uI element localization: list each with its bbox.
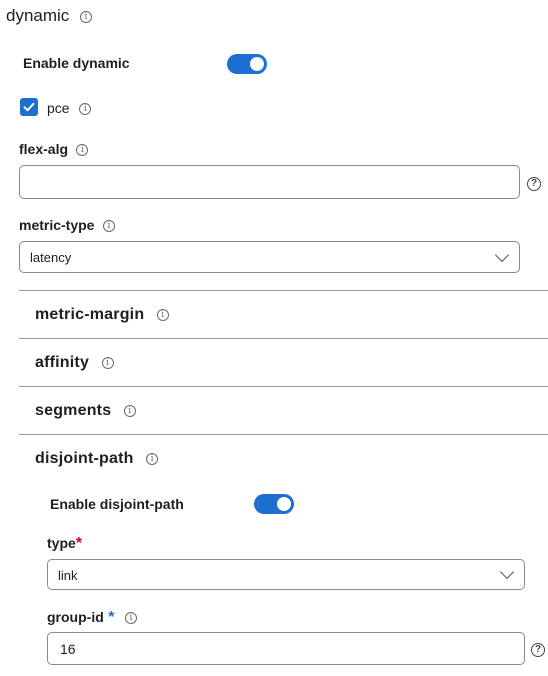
section-title: disjoint-path (35, 450, 134, 467)
info-icon[interactable]: i (146, 452, 159, 465)
type-label: type (47, 535, 76, 551)
divider (19, 386, 548, 387)
enable-disjoint-path-label: Enable disjoint-path (50, 496, 184, 512)
divider (19, 338, 548, 339)
required-marker: * (108, 609, 115, 626)
pce-label-group: pce i (47, 100, 92, 116)
group-id-label: group-id (47, 609, 104, 625)
section-segments[interactable]: segments i (35, 402, 136, 420)
info-icon[interactable]: i (79, 103, 92, 116)
divider (19, 290, 548, 291)
group-id-value: 16 (60, 641, 76, 657)
type-select[interactable]: link (47, 559, 525, 590)
flex-alg-label-group: flex-alg i (19, 141, 89, 159)
flex-alg-label: flex-alg (19, 141, 69, 157)
help-icon[interactable]: ? (531, 643, 545, 657)
section-title: segments (35, 402, 112, 419)
section-title: metric-margin (35, 306, 145, 323)
enable-dynamic-toggle[interactable] (227, 54, 267, 74)
info-icon[interactable]: i (101, 356, 114, 369)
type-label-group: type* (47, 535, 82, 553)
info-icon[interactable]: i (76, 143, 89, 156)
metric-type-label: metric-type (19, 217, 95, 233)
pce-label: pce (47, 100, 70, 116)
divider (19, 434, 548, 435)
info-icon[interactable]: i (124, 611, 137, 624)
pce-checkbox[interactable] (20, 98, 38, 116)
info-icon[interactable]: i (79, 10, 92, 23)
info-icon[interactable]: i (123, 404, 136, 417)
group-id-label-group: group-id * i (47, 609, 137, 627)
page-header: dynamic i (6, 6, 92, 26)
metric-type-label-group: metric-type i (19, 217, 115, 235)
section-disjoint-path[interactable]: disjoint-path i (35, 450, 159, 468)
type-selected: link (58, 568, 78, 583)
info-icon[interactable]: i (156, 308, 169, 321)
required-marker: * (75, 535, 83, 552)
help-icon[interactable]: ? (527, 177, 541, 191)
page-title: dynamic (6, 6, 70, 25)
chevron-down-icon (499, 564, 515, 580)
metric-type-select[interactable]: latency (19, 241, 520, 273)
toggle-knob (250, 57, 264, 71)
enable-dynamic-label: Enable dynamic (23, 55, 130, 71)
info-icon[interactable]: i (102, 219, 115, 232)
toggle-knob (277, 497, 291, 511)
enable-disjoint-path-toggle[interactable] (254, 494, 294, 514)
chevron-down-icon (494, 247, 510, 263)
group-id-input[interactable]: 16 (47, 632, 525, 665)
metric-type-selected: latency (30, 250, 72, 265)
section-affinity[interactable]: affinity i (35, 354, 114, 372)
section-title: affinity (35, 354, 90, 371)
section-metric-margin[interactable]: metric-margin i (35, 306, 169, 324)
flex-alg-input[interactable] (19, 165, 520, 199)
checkmark-icon (23, 102, 35, 112)
